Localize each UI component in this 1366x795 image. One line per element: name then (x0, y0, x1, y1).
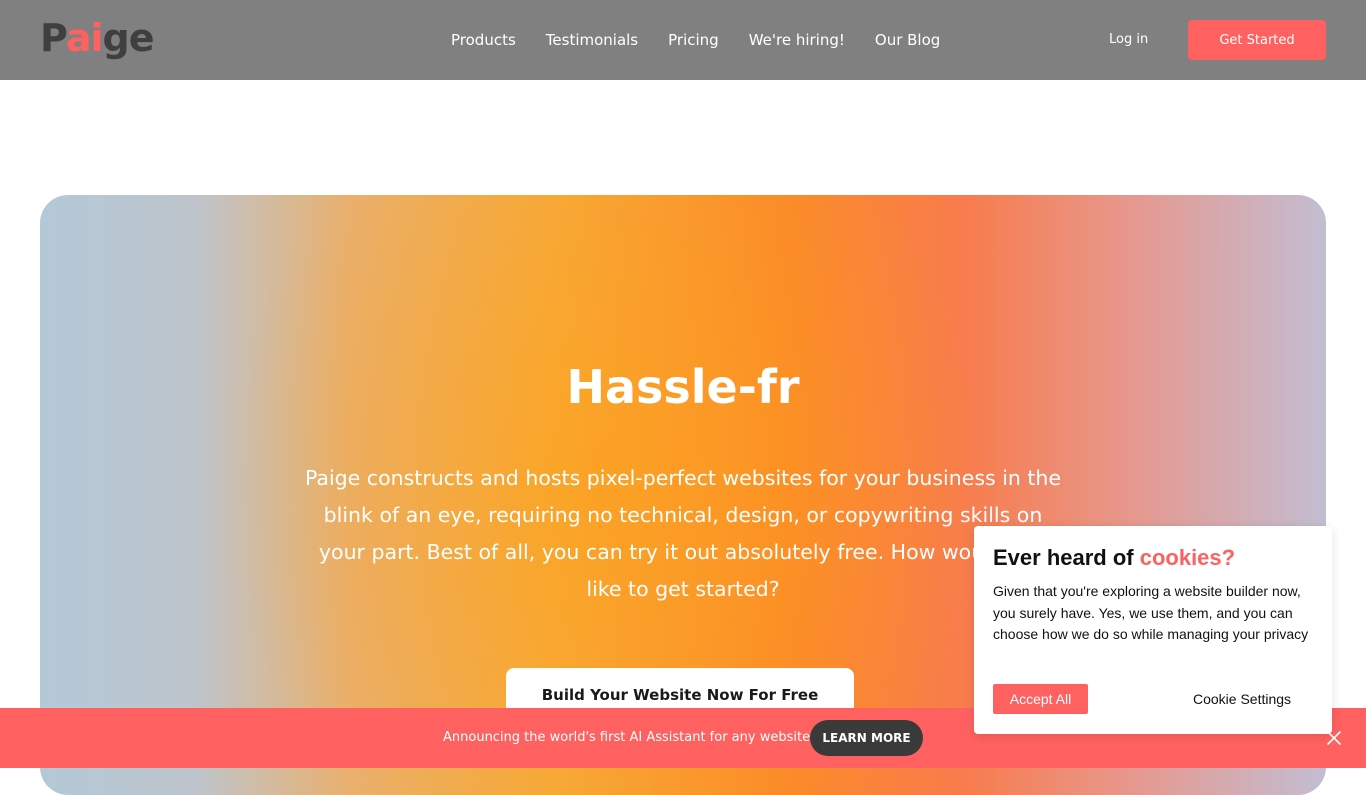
accept-all-button[interactable]: Accept All (993, 684, 1088, 714)
login-link[interactable]: Log in (1109, 30, 1148, 50)
learn-more-button[interactable]: LEARN MORE (810, 720, 923, 756)
paige-logo[interactable]: Paige (40, 14, 154, 62)
cookie-title-prefix: Ever heard of (993, 545, 1140, 570)
nav-testimonials[interactable]: Testimonials (546, 28, 638, 52)
logo-text-p: P (40, 16, 67, 60)
cookie-settings-link[interactable]: Cookie Settings (1193, 689, 1291, 709)
nav-pricing[interactable]: Pricing (668, 28, 719, 52)
hero-description: Paige constructs and hosts pixel-perfect… (304, 466, 1062, 601)
nav-blog[interactable]: Our Blog (875, 28, 940, 52)
nav-products[interactable]: Products (451, 28, 516, 52)
cookie-text: Given that you're exploring a website bu… (993, 583, 1309, 642)
main-nav: Products Testimonials Pricing We're hiri… (451, 28, 940, 52)
cookie-title: Ever heard of cookies? (993, 545, 1313, 571)
logo-text-ge: ge (102, 16, 155, 60)
cookie-title-highlight: cookies? (1139, 545, 1236, 570)
site-header: Paige Products Testimonials Pricing We'r… (0, 0, 1366, 80)
logo-text-ai: ai (65, 16, 104, 60)
get-started-button[interactable]: Get Started (1188, 20, 1326, 60)
cookie-popup: Ever heard of cookies? Given that you're… (974, 526, 1332, 734)
hero-title: Hassle-fr (566, 360, 800, 414)
nav-hiring[interactable]: We're hiring! (749, 28, 845, 52)
announcement-text: Announcing the world's first AI Assistan… (443, 730, 816, 745)
